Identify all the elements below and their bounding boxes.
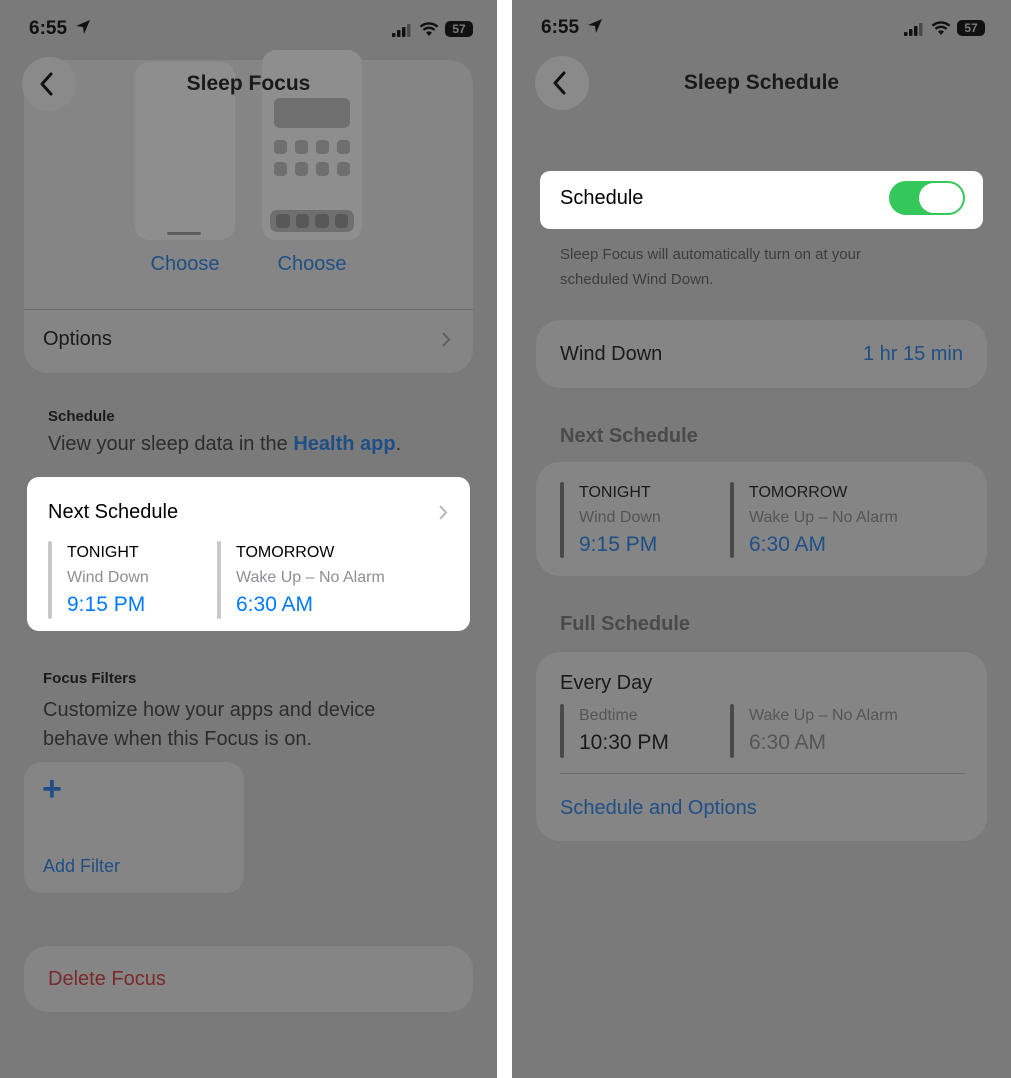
tonight-time: 9:15 PM	[67, 593, 146, 616]
schedule-description: View your sleep data in the Health app.	[48, 433, 401, 456]
tomorrow-subtitle: Wake Up – No Alarm	[236, 569, 385, 586]
page-title: Sleep Schedule	[683, 71, 840, 94]
cellular-signal-icon	[904, 23, 923, 36]
tomorrow-subtitle: Wake Up – No Alarm	[749, 509, 898, 526]
delete-focus-button[interactable]: Delete Focus	[24, 946, 473, 1012]
cellular-signal-icon	[392, 24, 411, 37]
location-arrow-icon	[76, 20, 91, 34]
add-filter-card[interactable]: + Add Filter	[24, 762, 244, 893]
delete-focus-label: Delete Focus	[48, 968, 166, 990]
schedule-note: Sleep Focus will automatically turn on a…	[560, 242, 861, 292]
battery-icon: 57	[445, 21, 473, 37]
next-schedule-card[interactable]: Next Schedule TONIGHT Wind Down 9:15 PM …	[27, 477, 470, 631]
status-bar: 6:55	[29, 18, 91, 40]
schedule-label: Schedule	[560, 187, 644, 209]
tonight-time: 9:15 PM	[579, 533, 658, 556]
wake-bar	[730, 704, 734, 758]
left-screen: 6:55 57 Choose Choose Options Sleep Focu…	[0, 0, 497, 1078]
bedtime-time: 10:30 PM	[579, 731, 669, 754]
battery-level: 57	[964, 21, 978, 35]
tomorrow-label: TOMORROW	[749, 484, 848, 501]
divider	[560, 773, 965, 774]
divider	[24, 309, 473, 310]
page-title: Sleep Focus	[186, 72, 311, 95]
choose-lock-screen-button[interactable]: Choose	[135, 253, 235, 276]
widget-placeholder	[274, 98, 350, 128]
choose-home-screen-button[interactable]: Choose	[262, 253, 362, 276]
wake-label: Wake Up – No Alarm	[749, 707, 898, 724]
options-row[interactable]: Options	[43, 328, 112, 351]
tonight-label: TONIGHT	[67, 544, 139, 561]
wind-down-value: 1 hr 15 min	[862, 343, 963, 365]
chevron-right-icon	[439, 505, 448, 520]
bedtime-label: Bedtime	[579, 707, 638, 724]
tomorrow-bar	[730, 482, 734, 558]
every-day-label[interactable]: Every Day	[560, 672, 652, 695]
status-time: 6:55	[29, 18, 68, 39]
home-indicator	[167, 232, 201, 235]
battery-level: 57	[452, 22, 466, 36]
wake-time: 6:30 AM	[749, 731, 827, 754]
app-grid	[274, 140, 350, 176]
focus-filters-desc-line: Customize how your apps and device	[43, 699, 376, 721]
schedule-toggle-row: Schedule	[540, 171, 983, 229]
dock	[270, 210, 354, 232]
schedule-toggle[interactable]	[889, 181, 965, 215]
focus-filters-desc-line: behave when this Focus is on.	[43, 728, 313, 750]
tonight-subtitle: Wind Down	[67, 569, 149, 586]
right-screen: 6:55 57 Sleep Schedule Schedule Sleep Fo…	[512, 0, 1011, 1078]
chevron-right-icon	[442, 332, 451, 347]
schedule-note-line: scheduled Wind Down.	[560, 271, 714, 288]
add-filter-label: Add Filter	[43, 856, 121, 876]
health-app-link[interactable]: Health app	[293, 433, 395, 455]
tomorrow-bar	[217, 541, 221, 619]
schedule-desc-text: View your sleep data in the	[48, 433, 294, 455]
tonight-subtitle: Wind Down	[579, 509, 661, 526]
wifi-icon	[419, 22, 439, 36]
focus-filters-description: Customize how your apps and device behav…	[43, 696, 375, 754]
schedule-note-line: Sleep Focus will automatically turn on a…	[560, 246, 861, 263]
status-time: 6:55	[541, 17, 580, 38]
wind-down-label: Wind Down	[560, 343, 663, 365]
tomorrow-label: TOMORROW	[236, 544, 335, 561]
tonight-bar	[560, 482, 564, 558]
toggle-knob	[919, 183, 963, 213]
next-schedule-card[interactable]: TONIGHT Wind Down 9:15 PM TOMORROW Wake …	[536, 462, 987, 576]
full-schedule-card: Every Day Bedtime 10:30 PM Wake Up – No …	[536, 652, 987, 841]
schedule-desc-suffix: .	[395, 433, 402, 455]
section-header-focus-filters: Focus Filters	[43, 670, 137, 687]
section-header-schedule: Schedule	[48, 408, 115, 425]
tomorrow-time: 6:30 AM	[749, 533, 827, 556]
schedule-and-options-link[interactable]: Schedule and Options	[560, 797, 757, 820]
bedtime-bar	[560, 704, 564, 758]
location-arrow-icon	[588, 19, 603, 33]
plus-icon: +	[42, 770, 62, 808]
tomorrow-time: 6:30 AM	[236, 593, 314, 616]
section-header-full-schedule: Full Schedule	[560, 613, 691, 635]
customize-screens-card	[24, 60, 473, 373]
section-header-next-schedule: Next Schedule	[560, 425, 698, 447]
battery-icon: 57	[957, 20, 985, 36]
wind-down-row[interactable]: Wind Down 1 hr 15 min	[536, 320, 987, 388]
next-schedule-title: Next Schedule	[48, 501, 179, 523]
wifi-icon	[931, 21, 951, 35]
tonight-label: TONIGHT	[579, 484, 651, 501]
status-bar: 6:55	[541, 17, 603, 39]
tonight-bar	[48, 541, 52, 619]
